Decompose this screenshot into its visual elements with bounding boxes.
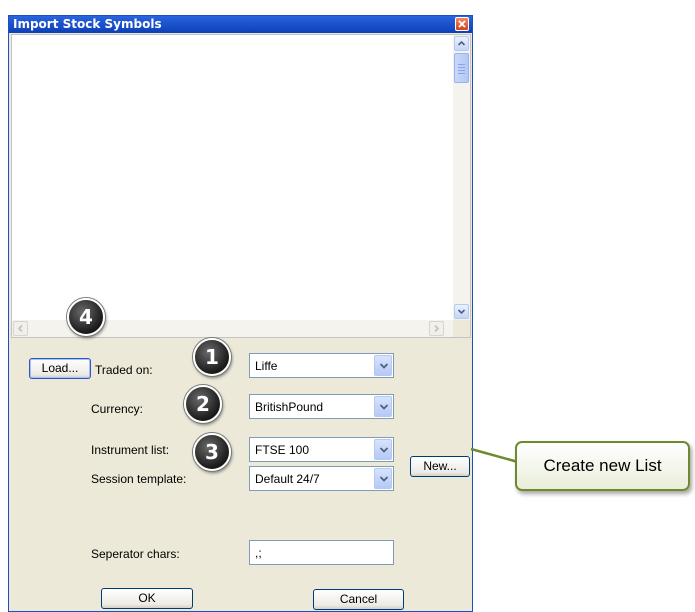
new-list-button[interactable]: New... xyxy=(410,456,470,477)
currency-dropdown-button[interactable] xyxy=(374,396,392,417)
currency-value: BritishPound xyxy=(255,400,324,414)
step-badge-4: 4 xyxy=(67,298,105,336)
separator-chars-label: Seperator chars: xyxy=(91,547,180,561)
cancel-button[interactable]: Cancel xyxy=(313,589,404,610)
vertical-scrollbar[interactable] xyxy=(453,35,470,321)
separator-chars-input[interactable]: ,; xyxy=(249,540,394,565)
ok-button[interactable]: OK xyxy=(101,588,193,609)
traded-on-value: Liffe xyxy=(255,359,278,373)
session-template-select[interactable]: Default 24/7 xyxy=(249,466,394,491)
close-button[interactable] xyxy=(455,17,469,31)
step-badge-1: 1 xyxy=(193,338,231,376)
scroll-right-button[interactable] xyxy=(429,321,444,336)
traded-on-label: Traded on: xyxy=(95,363,153,377)
instrument-list-dropdown-button[interactable] xyxy=(374,439,392,460)
symbols-textarea[interactable] xyxy=(11,34,471,338)
instrument-list-label: Instrument list: xyxy=(91,443,170,457)
step-badge-2: 2 xyxy=(184,385,222,423)
session-template-dropdown-button[interactable] xyxy=(374,468,392,489)
instrument-list-value: FTSE 100 xyxy=(255,443,310,457)
session-template-value: Default 24/7 xyxy=(255,472,320,486)
chevron-down-icon xyxy=(379,404,389,410)
scroll-up-button[interactable] xyxy=(454,36,469,51)
scroll-down-button[interactable] xyxy=(454,304,469,319)
traded-on-dropdown-button[interactable] xyxy=(374,355,392,376)
scroll-corner xyxy=(453,320,470,337)
instrument-list-select[interactable]: FTSE 100 xyxy=(249,437,394,462)
chevron-down-icon xyxy=(379,363,389,369)
title-bar: Import Stock Symbols xyxy=(9,16,472,33)
chevron-down-icon xyxy=(379,476,389,482)
currency-select[interactable]: BritishPound xyxy=(249,394,394,419)
chevron-down-icon xyxy=(379,447,389,453)
chevron-right-icon xyxy=(434,324,440,333)
chevron-left-icon xyxy=(17,324,23,333)
chevron-down-icon xyxy=(457,309,466,315)
step-badge-3: 3 xyxy=(193,433,231,471)
load-button[interactable]: Load... xyxy=(29,358,91,379)
dialog-title: Import Stock Symbols xyxy=(13,17,162,31)
currency-label: Currency: xyxy=(91,402,144,416)
scroll-left-button[interactable] xyxy=(13,321,28,336)
close-icon xyxy=(458,20,466,28)
traded-on-select[interactable]: Liffe xyxy=(249,353,394,378)
session-template-label: Session template: xyxy=(91,472,187,486)
create-new-list-callout: Create new List xyxy=(515,441,690,491)
chevron-up-icon xyxy=(457,40,466,46)
scroll-thumb[interactable] xyxy=(454,53,469,83)
